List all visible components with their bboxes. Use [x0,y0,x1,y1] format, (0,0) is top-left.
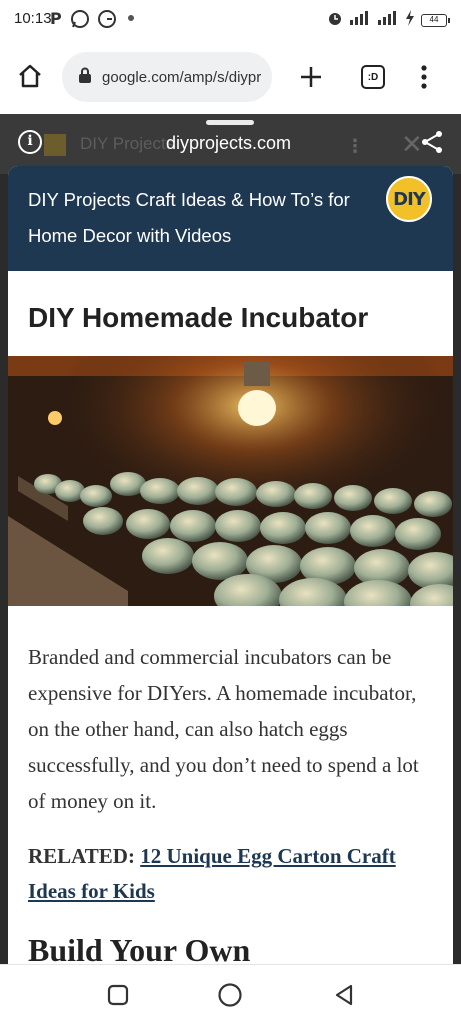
article-card: DIY Projects Craft Ideas & How To’s for … [8,166,453,966]
signal-icon [349,10,371,30]
lock-icon [78,67,92,87]
site-title[interactable]: DIY Projects Craft Ideas & How To’s for … [28,182,388,254]
system-navigation-bar [0,964,461,1024]
whatsapp-icon [70,9,90,33]
more-menu-icon[interactable] [414,64,434,90]
article-headline: DIY Homemade Incubator [28,302,369,333]
browser-toolbar: google.com/amp/s/diypr :D [0,40,461,114]
recents-icon[interactable] [104,981,132,1009]
status-bar: 10:13 P 44 [0,0,461,40]
notification-dot-icon [128,15,134,21]
related-line: RELATED: 12 Unique Egg Carton Craft Idea… [28,839,438,909]
tab-switcher-button[interactable]: :D [361,65,385,89]
background-more-icon: ⋮ [346,136,364,157]
share-icon[interactable] [420,130,444,158]
section-heading: Build Your Own [28,932,251,966]
signal-icon-2 [377,10,399,30]
article-intro-paragraph: Branded and commercial incubators can be… [28,645,419,813]
info-icon[interactable]: i [18,130,42,154]
hero-image [8,356,453,606]
background-logo [44,134,66,156]
background-page-title: DIY Projects [80,134,175,153]
url-bar[interactable]: google.com/amp/s/diypr [62,52,272,102]
back-icon[interactable] [330,981,358,1009]
sheet-drag-handle[interactable] [206,120,254,125]
status-time: 10:13 [14,10,52,27]
p-app-icon: P [50,9,62,28]
alarm-icon [327,10,343,30]
home-icon[interactable] [16,62,44,90]
site-logo[interactable]: DIY [386,176,432,222]
g-app-icon [97,9,117,33]
site-header: DIY Projects Craft Ideas & How To’s for … [8,166,453,271]
incubator-eggs-image [8,356,453,606]
url-text: google.com/amp/s/diypr [102,68,262,86]
battery-icon: 44 [421,13,450,27]
sheet-domain: diyprojects.com [166,133,292,153]
related-label: RELATED: [28,844,135,868]
home-nav-icon[interactable] [216,981,244,1009]
tab-count: :D [361,65,385,89]
charging-icon [405,10,415,30]
new-tab-icon[interactable] [298,64,324,90]
